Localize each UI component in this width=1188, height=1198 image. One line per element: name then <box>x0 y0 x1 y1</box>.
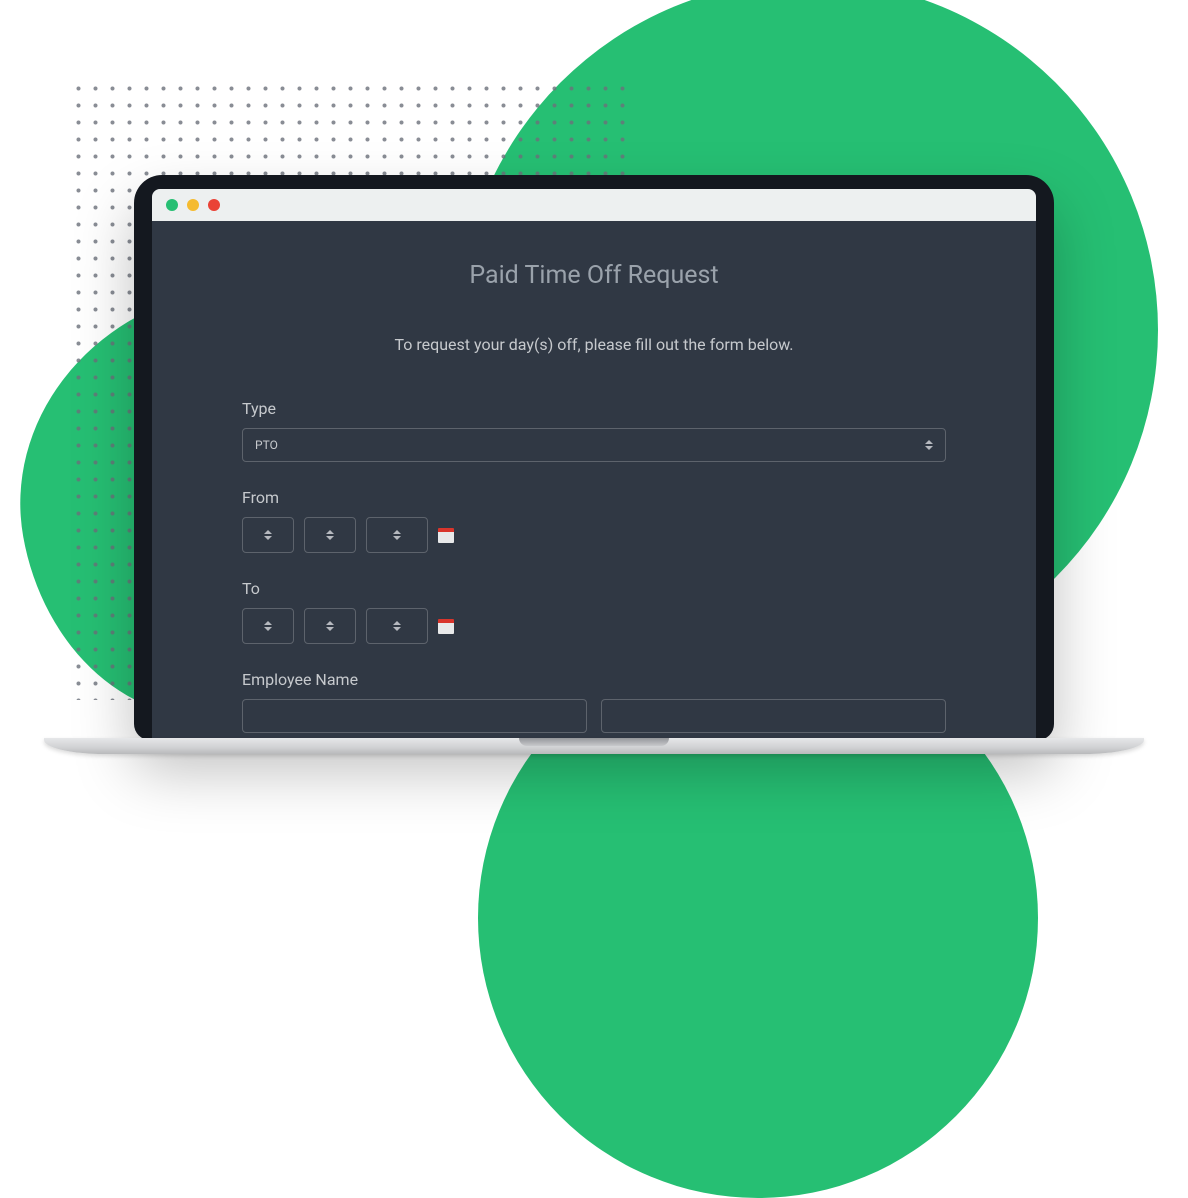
calendar-icon[interactable] <box>438 619 454 634</box>
to-date-row <box>242 608 946 644</box>
to-year-select[interactable] <box>366 608 428 644</box>
laptop-base <box>44 738 1144 754</box>
first-name-input[interactable] <box>242 699 587 733</box>
laptop-mockup: Paid Time Off Request To request your da… <box>134 175 1054 754</box>
laptop-screen: Paid Time Off Request To request your da… <box>134 175 1054 740</box>
to-label: To <box>242 579 946 598</box>
window-maximize-icon[interactable] <box>208 199 220 211</box>
calendar-icon[interactable] <box>438 528 454 543</box>
employee-name-label: Employee Name <box>242 670 946 689</box>
from-day-select[interactable] <box>304 517 356 553</box>
to-field-group: To <box>242 579 946 644</box>
select-stepper-icon <box>393 530 401 540</box>
select-stepper-icon <box>393 621 401 631</box>
select-stepper-icon <box>264 621 272 631</box>
employee-name-group: Employee Name <box>242 670 946 733</box>
to-day-select[interactable] <box>304 608 356 644</box>
browser-title-bar <box>152 189 1036 221</box>
browser-window: Paid Time Off Request To request your da… <box>152 189 1036 740</box>
window-close-icon[interactable] <box>166 199 178 211</box>
window-minimize-icon[interactable] <box>187 199 199 211</box>
from-date-row <box>242 517 946 553</box>
employee-name-row <box>242 699 946 733</box>
page-title: Paid Time Off Request <box>242 261 946 290</box>
page-subtitle: To request your day(s) off, please fill … <box>242 335 946 354</box>
from-field-group: From <box>242 488 946 553</box>
type-value: PTO <box>255 438 278 452</box>
type-field-group: Type PTO <box>242 399 946 462</box>
select-stepper-icon <box>264 530 272 540</box>
last-name-input[interactable] <box>601 699 946 733</box>
to-month-select[interactable] <box>242 608 294 644</box>
form-container: Paid Time Off Request To request your da… <box>152 221 1036 740</box>
select-stepper-icon <box>326 530 334 540</box>
laptop-notch <box>519 738 669 746</box>
select-stepper-icon <box>326 621 334 631</box>
type-label: Type <box>242 399 946 418</box>
select-stepper-icon <box>925 440 933 450</box>
from-month-select[interactable] <box>242 517 294 553</box>
type-select[interactable]: PTO <box>242 428 946 462</box>
from-year-select[interactable] <box>366 517 428 553</box>
from-label: From <box>242 488 946 507</box>
